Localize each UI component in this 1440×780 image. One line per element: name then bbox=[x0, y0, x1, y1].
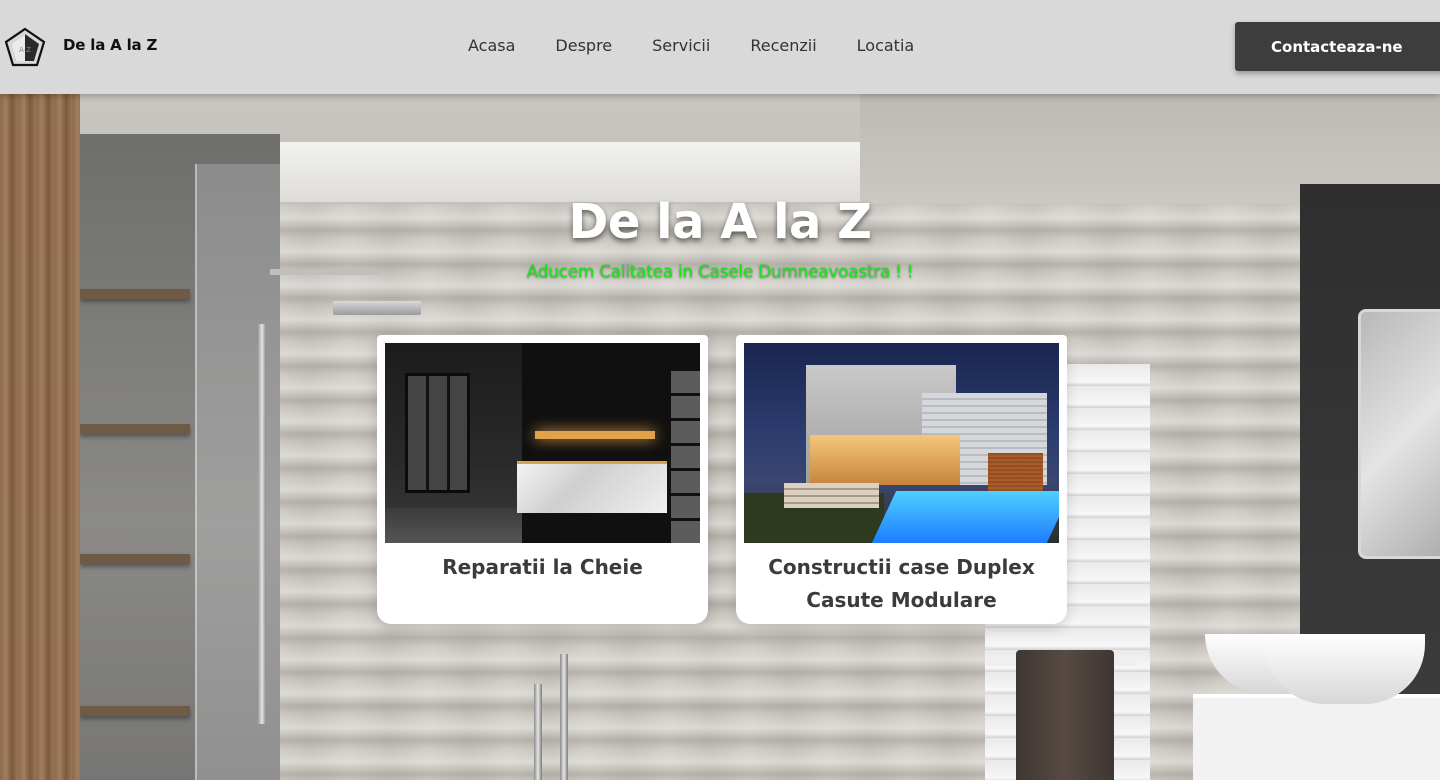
modern-house-pool-photo bbox=[744, 343, 1059, 543]
hero-title: De la A la Z bbox=[568, 194, 872, 250]
dark-bathroom-photo bbox=[385, 343, 700, 543]
nav-recenzii[interactable]: Recenzii bbox=[750, 36, 816, 55]
contact-button[interactable]: Contacteaza-ne bbox=[1235, 22, 1440, 71]
brand-name[interactable]: De la A la Z bbox=[63, 36, 157, 54]
service-card-title: Constructii case Duplex Casute Modulare bbox=[768, 555, 1035, 612]
hero-subtitle: Aducem Calitatea in Casele Dumneavoastra… bbox=[526, 262, 914, 282]
hero-section: De la A la Z Aducem Calitatea in Casele … bbox=[0, 94, 1440, 780]
nav-acasa[interactable]: Acasa bbox=[468, 36, 515, 55]
nav-servicii[interactable]: Servicii bbox=[652, 36, 710, 55]
logo-text: A-Z bbox=[19, 46, 31, 54]
nav-despre[interactable]: Despre bbox=[555, 36, 612, 55]
main-nav: Acasa Despre Servicii Recenzii Locatia bbox=[468, 36, 914, 55]
service-card-construction[interactable]: Constructii case Duplex Casute Modulare bbox=[736, 335, 1067, 624]
service-card-title: Reparatii la Cheie bbox=[442, 555, 643, 579]
nav-locatia[interactable]: Locatia bbox=[857, 36, 915, 55]
service-card-repairs[interactable]: Reparatii la Cheie bbox=[377, 335, 708, 624]
logo-icon[interactable]: A-Z bbox=[4, 27, 46, 67]
site-header: A-Z De la A la Z Acasa Despre Servicii R… bbox=[0, 0, 1440, 94]
